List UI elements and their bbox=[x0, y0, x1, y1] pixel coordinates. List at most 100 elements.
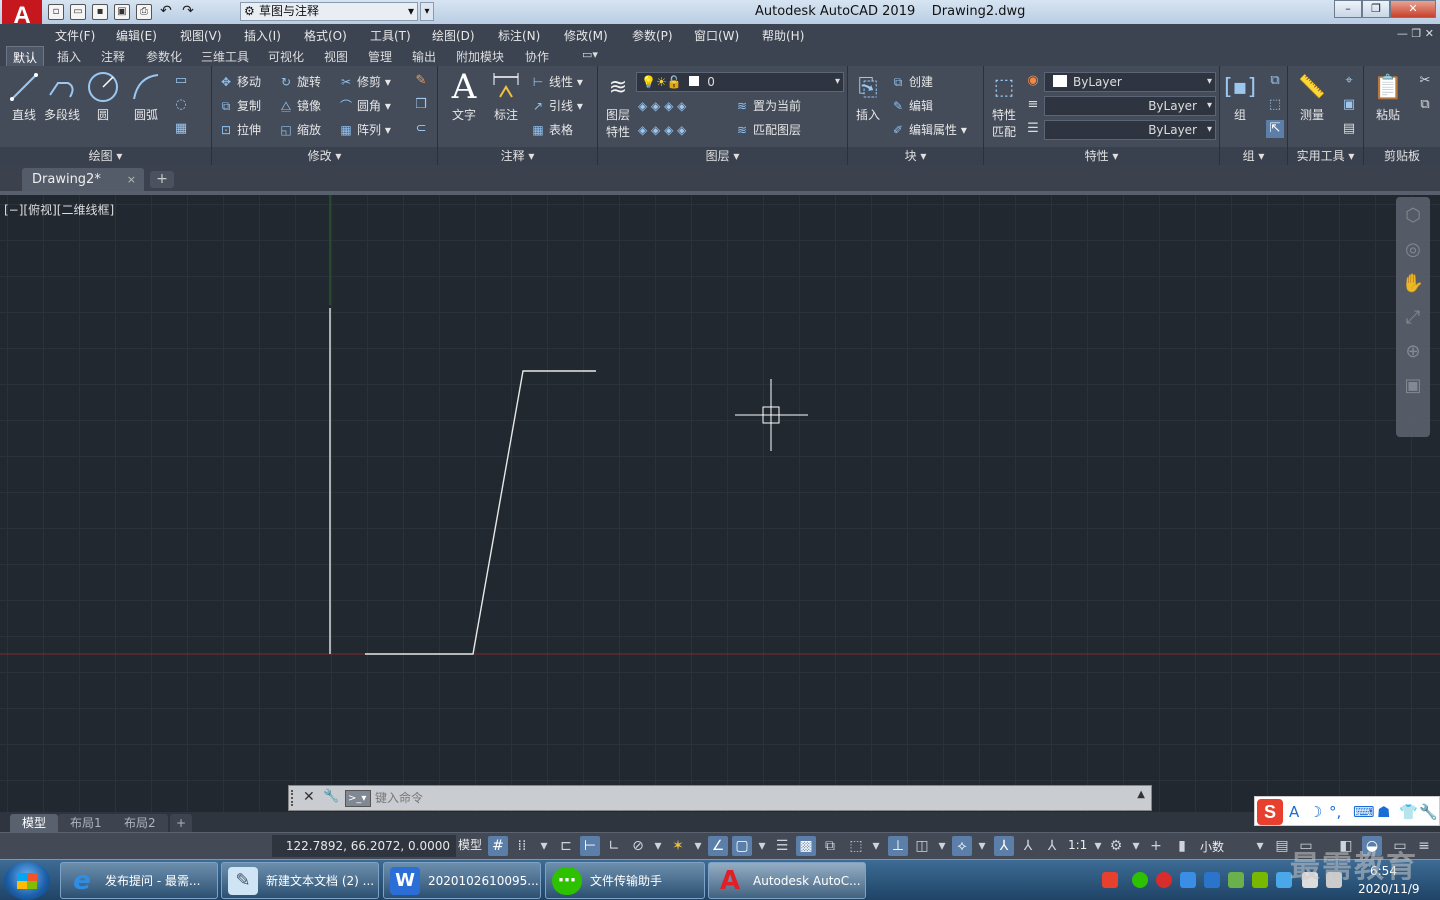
tab-output[interactable]: 输出 bbox=[412, 48, 436, 65]
chevron-down-icon[interactable]: ▾ bbox=[752, 836, 772, 856]
copy-button[interactable]: ⧉ 复制 bbox=[218, 96, 261, 116]
chevron-down-icon[interactable]: ▾ bbox=[534, 836, 554, 856]
stretch-button[interactable]: ⊡ 拉伸 bbox=[218, 120, 261, 140]
quick-select-icon[interactable]: ▣ bbox=[1340, 96, 1358, 114]
dynamic-ucs-icon[interactable]: ⊥ bbox=[888, 836, 908, 856]
sogou-logo-icon[interactable]: S bbox=[1257, 799, 1283, 825]
close-icon[interactable]: × bbox=[127, 168, 136, 191]
taskbar-item-ie[interactable]: e 发布提问 - 最需... bbox=[60, 862, 218, 899]
scale-button[interactable]: ◱ 缩放 bbox=[278, 120, 321, 140]
gear-icon[interactable]: ⚙ bbox=[1106, 836, 1126, 856]
match-layer-button[interactable]: ≋ 匹配图层 bbox=[734, 120, 801, 140]
coordinates-display[interactable]: 122.7892, 66.2072, 0.0000 bbox=[272, 835, 456, 857]
mirror-button[interactable]: ⧋ 镜像 bbox=[278, 96, 321, 116]
annotation-scale-value[interactable]: 1:1 bbox=[1068, 838, 1087, 852]
tab-3d-tools[interactable]: 三维工具 bbox=[201, 48, 249, 65]
array-button[interactable]: ▦ 阵列 ▾ bbox=[338, 120, 391, 140]
layer-properties-button[interactable]: ≋ 图层 特性 bbox=[598, 70, 638, 140]
viewcube-icon[interactable]: ⬡ bbox=[1400, 203, 1426, 229]
save-icon[interactable]: ▪ bbox=[92, 4, 108, 20]
history-toggle-icon[interactable]: ▲ bbox=[1137, 789, 1145, 800]
table-button[interactable]: ▦ 表格 bbox=[530, 120, 573, 140]
circle-button[interactable]: 圆 bbox=[83, 70, 123, 123]
snap-icon[interactable]: ⁞⁞ bbox=[512, 836, 532, 856]
ime-moon-icon[interactable]: ☽ bbox=[1309, 803, 1322, 821]
units-value[interactable]: 小数 bbox=[1200, 838, 1224, 855]
ime-tools-icon[interactable]: 🔧 bbox=[1419, 803, 1438, 821]
edit-attributes-button[interactable]: ✐ 编辑属性 ▾ bbox=[890, 120, 967, 140]
object-snap-icon[interactable]: ▢ bbox=[732, 836, 752, 856]
lineweight-toggle-icon[interactable]: ☰ bbox=[772, 836, 792, 856]
dynamic-input-icon[interactable]: ⊢ bbox=[580, 836, 600, 856]
close-button[interactable]: ✕ bbox=[1390, 0, 1436, 18]
weibo-tray-icon[interactable] bbox=[1156, 872, 1172, 888]
gizmo-icon[interactable]: ⟡ bbox=[952, 836, 972, 856]
menu-modify[interactable]: 修改(M) bbox=[564, 27, 608, 44]
leaf-tray-icon[interactable] bbox=[1228, 872, 1244, 888]
security-shield-icon[interactable] bbox=[1180, 872, 1196, 888]
menu-draw[interactable]: 绘图(D) bbox=[432, 27, 475, 44]
chevron-down-icon[interactable]: ▾ bbox=[932, 836, 952, 856]
menu-tools[interactable]: 工具(T) bbox=[370, 27, 411, 44]
workspace-select[interactable]: 草图与注释 bbox=[240, 2, 418, 21]
tab-collaborate[interactable]: 协作 bbox=[525, 48, 549, 65]
ime-keyboard-icon[interactable]: ⌨ bbox=[1353, 803, 1375, 821]
tab-annotate[interactable]: 注释 bbox=[101, 48, 125, 65]
auto-scale-icon[interactable]: ⅄ bbox=[1018, 836, 1038, 856]
insert-block-button[interactable]: ⎘ 插入 bbox=[848, 70, 888, 123]
wrench-icon[interactable]: 🔧 bbox=[323, 789, 339, 804]
arc-button[interactable]: 圆弧 bbox=[126, 70, 166, 123]
wechat-tray-icon[interactable] bbox=[1132, 872, 1148, 888]
sogou-tray-icon[interactable] bbox=[1102, 872, 1118, 888]
tab-manage[interactable]: 管理 bbox=[368, 48, 392, 65]
group-button[interactable]: [▪] 组 bbox=[1220, 70, 1260, 123]
close-icon[interactable]: ✕ bbox=[303, 789, 315, 805]
copy-clip-icon[interactable]: ⧉ bbox=[1416, 96, 1434, 114]
menu-parametric[interactable]: 参数(P) bbox=[632, 27, 673, 44]
polar-tracking-icon[interactable]: ⊘ bbox=[628, 836, 648, 856]
new-file-icon[interactable]: ▫ bbox=[48, 4, 64, 20]
start-button[interactable] bbox=[4, 862, 50, 900]
hatch-icon[interactable]: ◌ bbox=[172, 96, 190, 114]
cut-icon[interactable]: ✂ bbox=[1416, 72, 1434, 90]
infer-constraints-icon[interactable]: ⊏ bbox=[556, 836, 576, 856]
3d-osnap-icon[interactable]: ⬚ bbox=[846, 836, 866, 856]
panel-block-title[interactable]: 块 ▾ bbox=[848, 147, 983, 165]
save-as-icon[interactable]: ▣ bbox=[114, 4, 130, 20]
move-button[interactable]: ✥ 移动 bbox=[218, 72, 261, 92]
transparency-icon[interactable]: ▩ bbox=[796, 836, 816, 856]
leader-button[interactable]: ↗ 引线 ▾ bbox=[530, 96, 583, 116]
chevron-down-icon[interactable]: ▾ bbox=[648, 836, 668, 856]
polyline-button[interactable]: 多段线 bbox=[42, 70, 82, 123]
set-current-layer-button[interactable]: ≋ 置为当前 bbox=[734, 96, 801, 116]
text-button[interactable]: A 文字 bbox=[444, 67, 484, 123]
chevron-down-icon[interactable]: ▾ bbox=[972, 836, 992, 856]
minimize-button[interactable]: – bbox=[1334, 0, 1362, 18]
tab-layout2[interactable]: 布局2 bbox=[112, 814, 168, 832]
line-button[interactable]: 直线 bbox=[4, 70, 44, 123]
selection-filter-icon[interactable]: ◫ bbox=[912, 836, 932, 856]
menu-insert[interactable]: 插入(I) bbox=[244, 27, 281, 44]
dimension-button[interactable]: 标注 bbox=[486, 70, 526, 123]
drawing-canvas[interactable]: [−][俯视][二维线框] ⬡ ◎ ✋ ⤢ ⊕ ▣ bbox=[0, 195, 1440, 812]
model-space-button[interactable]: 模型 bbox=[458, 836, 482, 853]
tab-visualize[interactable]: 可视化 bbox=[268, 48, 304, 65]
redo-icon[interactable]: ↷ bbox=[180, 4, 196, 20]
profile-polyline[interactable] bbox=[365, 370, 596, 655]
ribbon-display-toggle-icon[interactable]: ▭▾ bbox=[582, 48, 598, 61]
ortho-icon[interactable]: ∟ bbox=[604, 836, 624, 856]
selection-cycling-icon[interactable]: ⧉ bbox=[820, 836, 840, 856]
chevron-down-icon[interactable]: ▾ bbox=[866, 836, 886, 856]
menu-view[interactable]: 视图(V) bbox=[180, 27, 222, 44]
linear-dim-button[interactable]: ⊢ 线性 ▾ bbox=[530, 72, 583, 92]
document-window-controls[interactable]: — ❐ ✕ bbox=[1397, 27, 1434, 40]
tab-layout1[interactable]: 布局1 bbox=[58, 814, 114, 832]
ime-skin-icon[interactable]: 👕 bbox=[1399, 803, 1418, 821]
match-properties-button[interactable]: ⬚ 特性 匹配 bbox=[984, 70, 1024, 140]
nvidia-icon[interactable] bbox=[1252, 872, 1268, 888]
ungroup-icon[interactable]: ⧉ bbox=[1266, 72, 1284, 90]
quick-properties-icon[interactable]: ▤ bbox=[1272, 836, 1292, 856]
calculator-icon[interactable]: ▤ bbox=[1340, 120, 1358, 138]
panel-layers-title[interactable]: 图层 ▾ bbox=[598, 147, 847, 165]
object-snap-tracking-icon[interactable]: ∠ bbox=[708, 836, 728, 856]
